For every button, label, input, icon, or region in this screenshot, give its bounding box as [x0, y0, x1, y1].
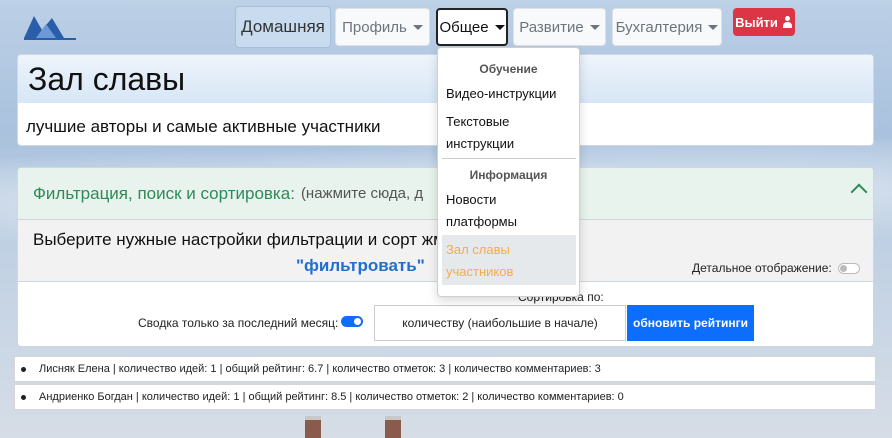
menu-item-text-line1: Текстовые [446, 114, 510, 129]
chimney-right [385, 416, 401, 438]
last-month-label: Сводка только за последний месяц: [138, 316, 339, 330]
nav-accounting-dropdown[interactable]: Бухгалтерия [612, 8, 722, 46]
nav-development-label: Развитие [519, 18, 584, 36]
nav-home-label: Домашняя [241, 17, 325, 36]
nav-profile-dropdown[interactable]: Профиль [335, 8, 430, 46]
chevron-up-icon[interactable] [850, 183, 868, 201]
dropdown-divider [442, 158, 576, 159]
caret-down-icon [412, 24, 423, 30]
filter-title: Фильтрация, поиск и сортировка: [33, 183, 295, 203]
nav-general-label: Общее [439, 18, 489, 36]
detail-view-toggle[interactable] [838, 263, 860, 274]
user-icon [782, 16, 793, 28]
dropdown-section-info: Информация [469, 168, 548, 182]
menu-item-news-line1: Новости [446, 192, 497, 207]
last-month-toggle[interactable] [341, 316, 363, 327]
sort-select[interactable]: количеству (наибольшие в начале) [374, 305, 626, 341]
list-item-text: Лисняк Елена | количество идей: 1 | общи… [39, 363, 601, 375]
sort-select-value: количеству (наибольшие в начале) [402, 316, 598, 330]
nav-accounting-label: Бухгалтерия [615, 18, 703, 36]
nav-profile-label: Профиль [342, 18, 407, 36]
list-item: Лисняк Елена | количество идей: 1 | общи… [14, 356, 876, 382]
menu-item-video[interactable]: Видео-инструкции [446, 83, 556, 105]
chimney-left [305, 416, 321, 438]
logo-icon[interactable] [22, 10, 78, 42]
menu-item-news-line2: платформы [446, 214, 517, 229]
logout-button[interactable]: Выйти [733, 8, 795, 36]
menu-item-text-line2: инструкции [446, 136, 515, 151]
refresh-ratings-button[interactable]: обновить рейтинги [627, 305, 754, 341]
detail-view-label: Детальное отображение: [692, 261, 832, 275]
caret-down-icon [494, 24, 505, 30]
dropdown-section-learning: Обучение [479, 62, 538, 76]
list-item: Андриенко Богдан | количество идей: 1 | … [14, 384, 876, 410]
caret-down-icon [708, 24, 719, 30]
logout-label: Выйти [735, 14, 778, 30]
nav-home-button[interactable]: Домашняя [235, 6, 331, 48]
general-dropdown-menu: Обучение Видео-инструкции Текстовые инст… [437, 47, 580, 297]
refresh-ratings-label: обновить рейтинги [633, 316, 748, 330]
filter-hint: (нажмите сюда, д [300, 185, 424, 202]
nav-development-dropdown[interactable]: Развитие [513, 8, 606, 46]
menu-item-hall-line2: участников [446, 264, 514, 279]
nav-general-dropdown[interactable]: Общее [436, 8, 508, 46]
caret-down-icon [589, 24, 600, 30]
list-item-text: Андриенко Богдан | количество идей: 1 | … [39, 391, 624, 403]
menu-item-hall-line1: Зал славы [446, 242, 510, 257]
filter-keyword: "фильтровать" [296, 256, 425, 275]
